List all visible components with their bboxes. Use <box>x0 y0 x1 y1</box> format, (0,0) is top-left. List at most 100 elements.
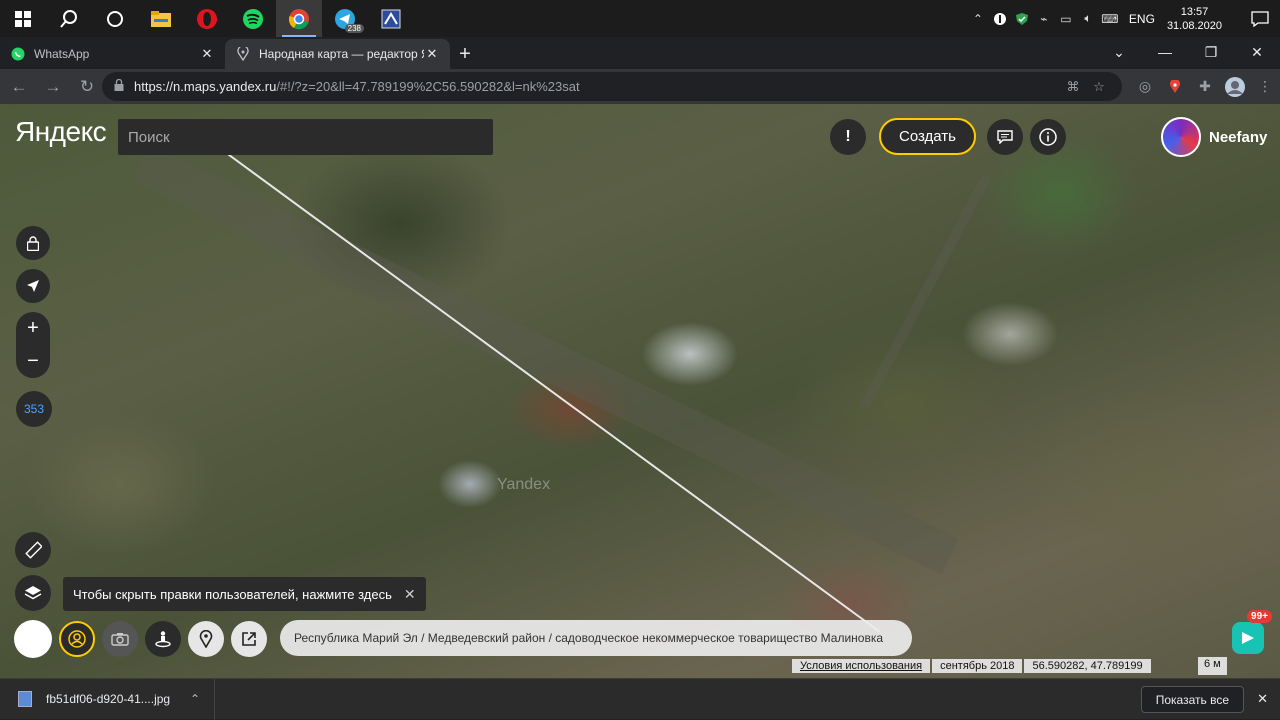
ruler-button[interactable] <box>15 532 51 568</box>
search-input[interactable] <box>128 128 483 146</box>
url-text: https://n.maps.yandex.ru/#!/?z=20&ll=47.… <box>134 79 580 94</box>
chevron-up-icon[interactable]: ⌃ <box>190 692 200 706</box>
translate-icon[interactable]: ⌘ <box>1060 79 1086 95</box>
show-all-downloads-button[interactable]: Показать все <box>1140 686 1244 713</box>
battery-plug-icon[interactable]: ⌁ <box>1033 0 1055 37</box>
download-file-name[interactable]: fb51df06-d920-41....jpg <box>46 692 190 706</box>
menu-icon[interactable]: ⋮ <box>1250 72 1280 102</box>
forward-icon[interactable]: → <box>38 72 68 102</box>
terms-link[interactable]: Условия использования <box>792 659 931 673</box>
extension-pin-icon[interactable] <box>1160 72 1190 102</box>
download-item[interactable]: fb51df06-d920-41....jpg ⌃ <box>0 678 215 720</box>
file-explorer-icon[interactable] <box>138 0 184 37</box>
windows-start-icon[interactable] <box>0 0 46 37</box>
map-attribution: Условия использования сентябрь 2018 56.5… <box>790 657 1151 675</box>
restore-icon[interactable]: ❐ <box>1188 37 1234 67</box>
notification-icon[interactable] <box>1240 0 1280 37</box>
app-icon[interactable] <box>368 0 414 37</box>
system-tray: ⌃ ⌁ ▭ 🔈︎ ⌨ ENG 13:57 31.08.2020 <box>967 0 1280 37</box>
layers-button[interactable] <box>15 575 51 611</box>
address-breadcrumb[interactable]: Республика Марий Эл / Медведевский район… <box>280 620 912 656</box>
chrome-icon[interactable] <box>276 0 322 37</box>
user-location-button[interactable] <box>59 621 95 657</box>
taskbar: 238 ⌃ ⌁ ▭ 🔈︎ ⌨ ENG 13:57 31.08.2020 <box>0 0 1280 37</box>
profile-avatar[interactable] <box>1220 72 1250 102</box>
extensions-puzzle-icon[interactable]: ✚ <box>1190 72 1220 102</box>
user-profile[interactable]: Neefany <box>1161 117 1267 157</box>
photo-button[interactable] <box>102 621 138 657</box>
url-path: /#!/?z=20&ll=47.789199%2C56.590282&l=nk%… <box>276 79 580 94</box>
address-bar[interactable]: https://n.maps.yandex.ru/#!/?z=20&ll=47.… <box>102 72 1122 101</box>
close-tab-icon[interactable]: ✕ <box>199 46 215 62</box>
camera-icon <box>111 633 129 646</box>
extensions-area: ◎ ✚ ⋮ <box>1130 69 1280 104</box>
close-icon[interactable]: ✕ <box>404 586 416 603</box>
chevron-up-icon[interactable]: ⌃ <box>967 0 989 37</box>
place-marker-button[interactable] <box>188 621 224 657</box>
clock-time: 13:57 <box>1180 5 1209 18</box>
network-icon[interactable]: ▭ <box>1055 0 1077 37</box>
extension-circle-icon[interactable]: ◎ <box>1130 72 1160 102</box>
tab-strip: WhatsApp ✕ Народная карта — редактор Ян … <box>0 37 1280 69</box>
external-link-icon <box>242 632 256 646</box>
scale-label: 6 м <box>1204 658 1221 670</box>
map-pin-icon <box>235 46 251 62</box>
download-bar: fb51df06-d920-41....jpg ⌃ Показать все ✕ <box>0 678 1280 720</box>
close-tab-icon[interactable]: ✕ <box>424 46 440 62</box>
reload-icon[interactable]: ↻ <box>72 72 102 102</box>
map-pin-icon <box>199 630 213 648</box>
report-button[interactable]: ! <box>830 119 866 155</box>
task-view-icon[interactable] <box>92 0 138 37</box>
minimize-icon[interactable]: — <box>1142 37 1188 67</box>
lock-button[interactable] <box>16 226 50 260</box>
user-name[interactable]: Neefany <box>1209 129 1267 146</box>
edits-count-badge[interactable]: 353 <box>16 391 52 427</box>
toggle-edits-button[interactable] <box>14 620 52 658</box>
info-button[interactable] <box>1030 119 1066 155</box>
volume-icon[interactable]: 🔈︎ <box>1077 0 1099 37</box>
zoom-in-button[interactable]: + <box>27 312 39 345</box>
search-icon[interactable] <box>46 0 92 37</box>
clock[interactable]: 13:57 31.08.2020 <box>1167 5 1222 33</box>
lock-icon[interactable] <box>114 78 124 94</box>
lock-icon <box>27 235 39 251</box>
locate-button[interactable] <box>16 269 50 303</box>
notifications-badge: 99+ <box>1247 610 1272 623</box>
notifications-button[interactable]: 99+ <box>1232 610 1272 654</box>
security-check-icon[interactable] <box>1011 0 1033 37</box>
language-indicator[interactable]: ENG <box>1129 12 1155 26</box>
spotify-icon[interactable] <box>230 0 276 37</box>
image-file-icon <box>18 691 32 707</box>
tab-yandex-map-editor[interactable]: Народная карта — редактор Ян ✕ <box>225 39 450 69</box>
opera-icon[interactable] <box>184 0 230 37</box>
zoom-out-button[interactable]: − <box>27 345 39 378</box>
tab-whatsapp[interactable]: WhatsApp ✕ <box>0 39 225 69</box>
info-icon <box>1039 128 1057 146</box>
avatar[interactable] <box>1161 117 1201 157</box>
keyboard-icon[interactable]: ⌨ <box>1099 0 1121 37</box>
close-window-icon[interactable]: ✕ <box>1234 37 1280 67</box>
yandex-watermark: Yandex <box>497 476 551 493</box>
back-icon[interactable]: ← <box>4 72 34 102</box>
chevron-down-icon[interactable]: ⌄ <box>1096 37 1142 67</box>
search-box[interactable] <box>118 119 493 155</box>
tab-label: WhatsApp <box>34 47 90 61</box>
feedback-button[interactable] <box>987 119 1023 155</box>
imagery-date: сентябрь 2018 <box>932 659 1023 673</box>
create-button[interactable]: Создать <box>879 118 976 155</box>
scale-bar: 6 м <box>1198 657 1227 675</box>
url-host: https://n.maps.yandex.ru <box>134 79 277 94</box>
exclamation-icon: ! <box>845 128 851 145</box>
hide-edits-tooltip[interactable]: Чтобы скрыть правки пользователей, нажми… <box>63 577 426 611</box>
yandex-logo[interactable]: Яндекс <box>15 116 107 148</box>
share-button[interactable] <box>231 621 267 657</box>
shield-icon[interactable] <box>989 0 1011 37</box>
new-tab-button[interactable]: + <box>450 39 480 69</box>
tooltip-text: Чтобы скрыть правки пользователей, нажми… <box>73 586 392 602</box>
star-icon[interactable]: ☆ <box>1086 79 1112 95</box>
satellite-map[interactable]: Yandex Яндекс ! Создать Neefany + − 353 … <box>0 104 1280 678</box>
panorama-button[interactable] <box>145 621 181 657</box>
coordinates: 56.590282, 47.789199 <box>1024 659 1151 673</box>
telegram-icon[interactable]: 238 <box>322 0 368 37</box>
close-icon[interactable]: ✕ <box>1257 691 1268 707</box>
